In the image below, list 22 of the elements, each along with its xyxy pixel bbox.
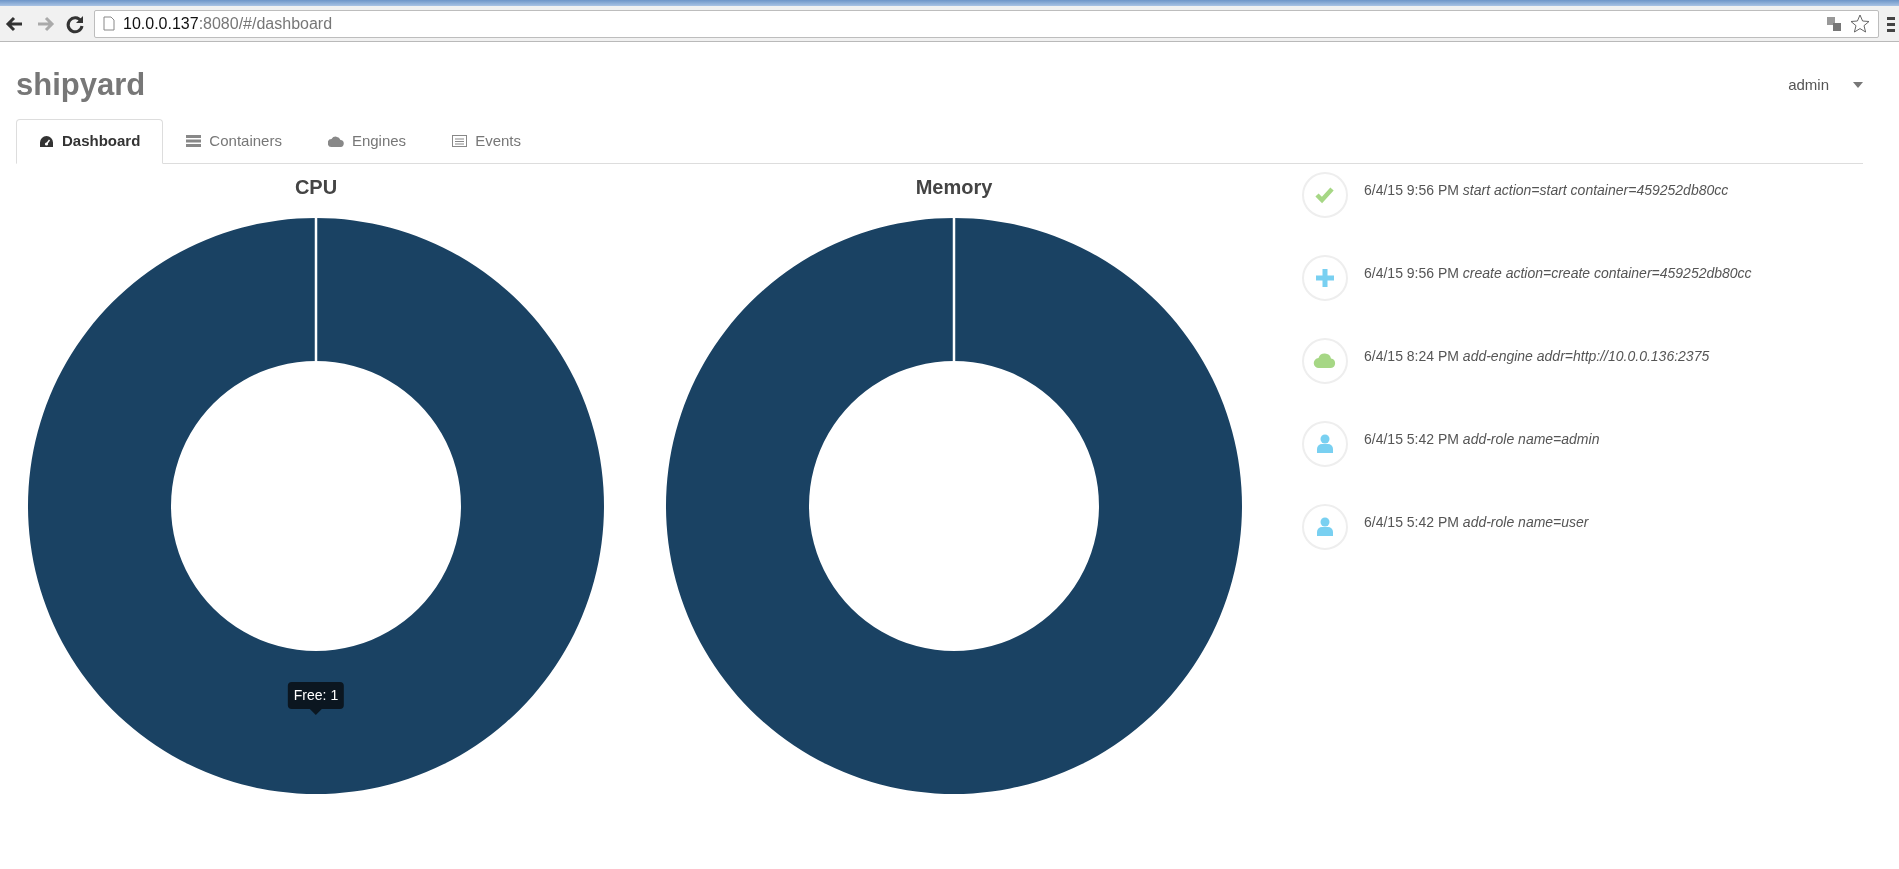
event-text: 6/4/15 5:42 PM add-role name=user	[1364, 512, 1589, 532]
tab[interactable]: Events	[429, 119, 544, 164]
tab[interactable]: Dashboard	[16, 119, 164, 164]
page-icon	[103, 16, 115, 31]
chart-title: Memory	[914, 174, 994, 200]
address-bar[interactable]: 10.0.0.137:8080/#/dashboard	[94, 9, 1879, 38]
tab[interactable]: Engines	[304, 119, 430, 164]
event-text: 6/4/15 8:24 PM add-engine addr=http://10.0.0.136:2375	[1364, 346, 1710, 366]
event-text: 6/4/15 9:56 PM start action=start container=459252db80cc	[1364, 180, 1729, 200]
brand-title[interactable]: shipyard	[16, 66, 146, 104]
cloud-icon	[327, 135, 344, 147]
list-icon	[452, 135, 468, 148]
dashboard-icon	[39, 134, 54, 148]
chart-title: CPU	[293, 174, 339, 200]
caret-icon	[1853, 82, 1863, 89]
event-text: 6/4/15 9:56 PM create action=create container=459252db80cc	[1364, 263, 1752, 283]
user-menu[interactable]: admin	[1788, 74, 1863, 97]
tab[interactable]: Containers	[163, 119, 305, 164]
event-text: 6/4/15 5:42 PM add-role name=admin	[1364, 429, 1600, 449]
star-icon[interactable]	[1850, 13, 1870, 34]
translate-icon[interactable]	[1826, 15, 1842, 32]
list-icon	[186, 135, 202, 148]
